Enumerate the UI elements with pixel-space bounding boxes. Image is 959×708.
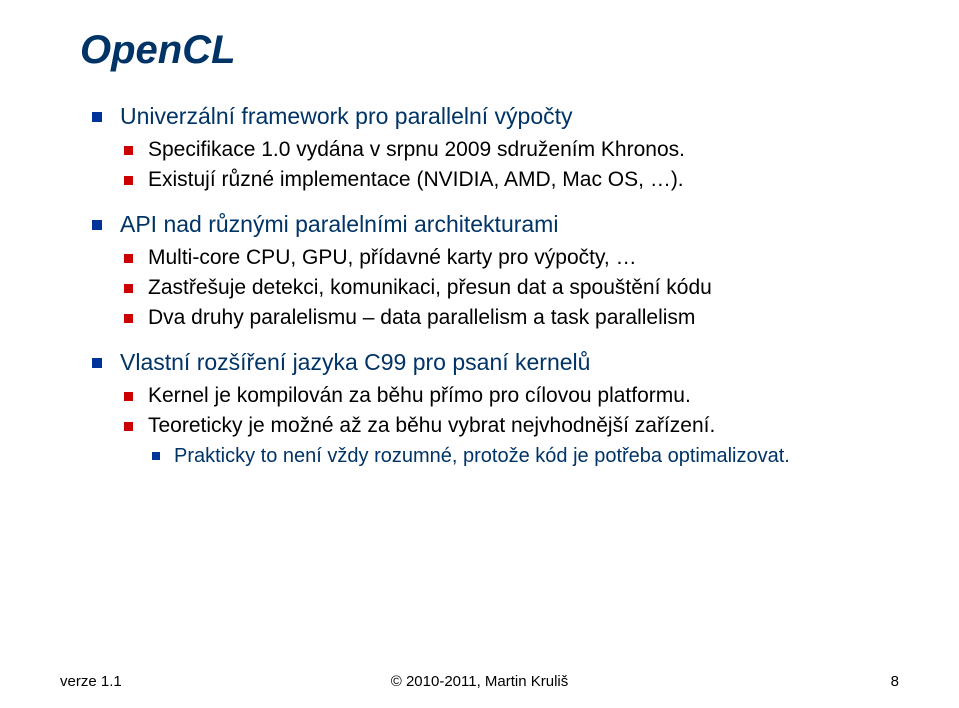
slide-content: Univerzální framework pro parallelní výp… [90, 101, 899, 470]
bullet-l3: Prakticky to není vždy rozumné, protože … [148, 443, 899, 470]
bullet-children: Specifikace 1.0 vydána v srpnu 2009 sdru… [120, 136, 899, 195]
bullet-group-0: Univerzální framework pro parallelní výp… [90, 101, 899, 195]
bullet-l2: Multi-core CPU, GPU, přídavné karty pro … [120, 244, 899, 272]
bullet-children: Prakticky to není vždy rozumné, protože … [148, 443, 899, 470]
bullet-group-2: Vlastní rozšíření jazyka C99 pro psaní k… [90, 347, 899, 470]
footer-left: verze 1.1 [60, 673, 122, 690]
bullet-text: Vlastní rozšíření jazyka C99 pro psaní k… [120, 349, 590, 375]
bullet-text: Teoreticky je možné až za běhu vybrat ne… [148, 414, 715, 437]
bullet-children: Kernel je kompilován za běhu přímo pro c… [120, 382, 899, 470]
bullet-l2: Specifikace 1.0 vydána v srpnu 2009 sdru… [120, 136, 899, 164]
slide: OpenCL Univerzální framework pro paralle… [0, 0, 959, 708]
bullet-text: Specifikace 1.0 vydána v srpnu 2009 sdru… [148, 138, 685, 161]
footer-right: 8 [891, 673, 899, 690]
footer-center: © 2010-2011, Martin Kruliš [391, 673, 569, 690]
bullet-group-1: API nad různými paralelními architektura… [90, 209, 899, 333]
bullet-l2: Kernel je kompilován za běhu přímo pro c… [120, 382, 899, 410]
slide-title: OpenCL [80, 28, 899, 73]
bullet-text: Prakticky to není vždy rozumné, protože … [174, 445, 790, 467]
bullet-l1: Vlastní rozšíření jazyka C99 pro psaní k… [90, 347, 899, 470]
bullet-text: Univerzální framework pro parallelní výp… [120, 103, 573, 129]
bullet-text: API nad různými paralelními architektura… [120, 211, 558, 237]
bullet-text: Dva druhy paralelismu – data parallelism… [148, 306, 695, 329]
bullet-children: Multi-core CPU, GPU, přídavné karty pro … [120, 244, 899, 333]
slide-footer: verze 1.1 © 2010-2011, Martin Kruliš 8 [60, 673, 899, 690]
bullet-text: Existují různé implementace (NVIDIA, AMD… [148, 168, 684, 191]
bullet-l2: Dva druhy paralelismu – data parallelism… [120, 304, 899, 332]
bullet-text: Zastřešuje detekci, komunikaci, přesun d… [148, 276, 712, 299]
bullet-text: Kernel je kompilován za běhu přímo pro c… [148, 384, 691, 407]
bullet-l2: Zastřešuje detekci, komunikaci, přesun d… [120, 274, 899, 302]
bullet-l1: Univerzální framework pro parallelní výp… [90, 101, 899, 195]
bullet-l1: API nad různými paralelními architektura… [90, 209, 899, 333]
bullet-l2: Existují různé implementace (NVIDIA, AMD… [120, 166, 899, 194]
bullet-l2: Teoreticky je možné až za běhu vybrat ne… [120, 412, 899, 469]
bullet-text: Multi-core CPU, GPU, přídavné karty pro … [148, 246, 637, 269]
